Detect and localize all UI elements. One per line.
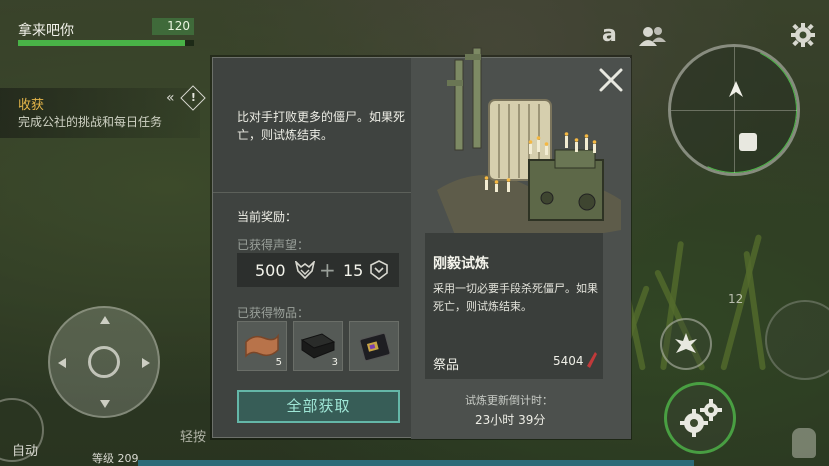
reward-item-device[interactable] bbox=[349, 321, 399, 371]
current-reward-label: 当前奖励： bbox=[237, 210, 298, 224]
people-icon[interactable] bbox=[638, 26, 666, 50]
minimap-crosshair-vertical bbox=[734, 47, 735, 173]
player-hp-value: 120 bbox=[152, 18, 194, 35]
minimap[interactable] bbox=[668, 44, 800, 176]
hint-text: 轻按 bbox=[180, 430, 207, 445]
shield-emblem-icon bbox=[370, 260, 388, 280]
divider bbox=[213, 192, 411, 193]
chip-device-icon bbox=[359, 332, 391, 362]
player-pointer-icon bbox=[729, 81, 743, 101]
reputation-value-2: 15 bbox=[343, 261, 364, 280]
experience-bar bbox=[138, 460, 694, 466]
countdown-value: 23小时 39分 bbox=[475, 413, 546, 427]
offering-label: 祭品 bbox=[433, 358, 460, 373]
items-label: 已获得物品： bbox=[237, 306, 310, 320]
gears-icon bbox=[680, 399, 722, 437]
collapse-arrows-icon[interactable]: « bbox=[166, 90, 174, 106]
player-hp-fill bbox=[18, 40, 186, 46]
reward-item-leather[interactable]: 5 bbox=[237, 321, 287, 371]
reputation-label: 已获得声望： bbox=[237, 238, 310, 252]
arrow-right-icon bbox=[142, 358, 150, 368]
offering-value: 5404 bbox=[553, 354, 584, 368]
auto-label[interactable]: 自动 bbox=[12, 440, 38, 459]
player-name: 拿来吧你 bbox=[18, 23, 74, 39]
attack-button[interactable] bbox=[660, 318, 712, 370]
item-count: 3 bbox=[331, 357, 338, 368]
reputation-value-1: 500 bbox=[255, 261, 286, 280]
quest-title: 收获 bbox=[18, 98, 45, 113]
attack-icon bbox=[675, 333, 697, 353]
close-icon[interactable] bbox=[597, 66, 625, 94]
reward-item-cloth[interactable]: 3 bbox=[293, 321, 343, 371]
arrow-up-icon bbox=[100, 316, 110, 324]
level-label: 等级 209 bbox=[92, 452, 139, 465]
reputation-box: 500 + 15 bbox=[237, 253, 399, 287]
alert-icon-glyph: ! bbox=[190, 91, 196, 105]
cloth-icon bbox=[300, 333, 336, 359]
joystick-knob[interactable] bbox=[88, 346, 120, 378]
home-marker-icon bbox=[739, 133, 757, 151]
wolf-emblem-icon bbox=[295, 261, 315, 279]
gear-icon[interactable] bbox=[790, 22, 816, 52]
get-all-button[interactable]: 全部获取 bbox=[237, 390, 400, 423]
trial-dialog: 比对手打败更多的僵尸。如果死亡，则试炼结束。 当前奖励： 已获得声望： 500 … bbox=[212, 47, 631, 439]
action-gear-button[interactable] bbox=[664, 382, 736, 454]
quest-description: 完成公社的挑战和每日任务 bbox=[18, 115, 163, 129]
right-level-indicator: 12 bbox=[728, 292, 744, 306]
reputation-plus: + bbox=[319, 258, 336, 282]
stealth-icon[interactable] bbox=[792, 428, 816, 458]
trial-description: 采用一切必要手段杀死僵尸。如果死亡，则试炼结束。 bbox=[433, 282, 598, 313]
movement-joystick[interactable] bbox=[48, 306, 160, 418]
bloody-tooth-icon bbox=[587, 352, 597, 368]
player-hp-bar bbox=[18, 40, 194, 46]
arrow-left-icon bbox=[58, 358, 66, 368]
trial-title: 刚毅试炼 bbox=[433, 256, 489, 272]
trial-rules-text: 比对手打败更多的僵尸。如果死亡，则试炼结束。 bbox=[237, 110, 406, 142]
leather-icon bbox=[245, 333, 279, 358]
item-count: 5 bbox=[275, 357, 282, 368]
countdown-label: 试炼更新倒计时： bbox=[465, 394, 553, 407]
arrow-down-icon bbox=[100, 400, 110, 408]
